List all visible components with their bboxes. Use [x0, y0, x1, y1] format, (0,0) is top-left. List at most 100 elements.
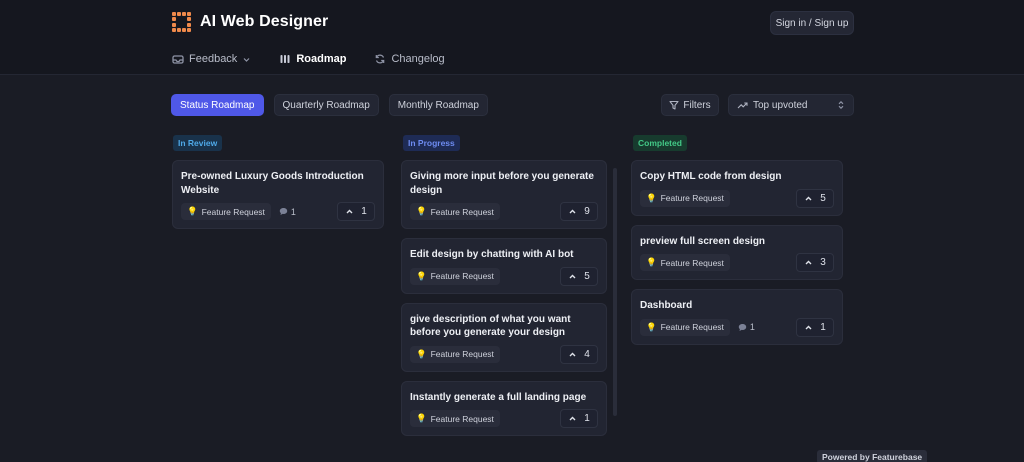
- vote-count: 1: [820, 321, 826, 333]
- lightbulb-icon: 💡: [416, 348, 427, 359]
- lightbulb-icon: 💡: [646, 321, 657, 332]
- vote-count: 4: [584, 348, 590, 360]
- category-tag[interactable]: 💡 Feature Request: [640, 254, 730, 271]
- category-tag-label: Feature Request: [430, 271, 494, 281]
- category-tag-label: Feature Request: [660, 193, 724, 203]
- category-tag[interactable]: 💡 Feature Request: [410, 410, 500, 427]
- post-card[interactable]: Instantly generate a full landing page 💡…: [401, 380, 607, 436]
- post-title: preview full screen design: [640, 235, 766, 247]
- category-tag[interactable]: 💡 Feature Request: [181, 203, 271, 220]
- upvote-button[interactable]: 4: [560, 344, 598, 364]
- tab-monthly-roadmap[interactable]: Monthly Roadmap: [388, 94, 488, 116]
- nav-roadmap-label: Roadmap: [296, 53, 347, 65]
- app-logo-icon: [172, 12, 192, 32]
- upvote-button[interactable]: 1: [560, 409, 598, 428]
- status-badge-in-review: In Review: [173, 135, 223, 151]
- sort-select[interactable]: Top upvoted: [728, 94, 854, 116]
- lightbulb-icon: 💡: [646, 257, 657, 267]
- lightbulb-icon: 💡: [187, 206, 198, 216]
- powered-by-badge[interactable]: Powered by Featurebase: [817, 450, 928, 462]
- nav-feedback[interactable]: Feedback: [172, 53, 251, 65]
- status-badge-in-progress: In Progress: [403, 135, 460, 151]
- upvote-button[interactable]: 5: [560, 266, 598, 286]
- chevron-up-icon: [805, 196, 812, 200]
- column-in-review: Pre-owned Luxury Goods Introduction Webs…: [172, 160, 384, 229]
- app-name: AI Web Designer: [200, 13, 329, 30]
- main-nav: Feedback Roadmap Changelog: [172, 49, 473, 69]
- comment-count: 1: [279, 207, 296, 217]
- lightbulb-icon: 💡: [416, 413, 427, 423]
- upvote-button[interactable]: 1: [337, 202, 375, 221]
- chevron-down-icon: [243, 57, 250, 62]
- column-scrollbar[interactable]: [613, 168, 617, 416]
- top-bar: AI Web Designer Sign in / Sign up Feedba…: [0, 0, 1024, 75]
- upvote-button[interactable]: 1: [796, 317, 834, 337]
- tab-quarterly-roadmap[interactable]: Quarterly Roadmap: [273, 94, 379, 116]
- post-title: Dashboard: [640, 300, 693, 311]
- roadmap-icon: [280, 55, 290, 63]
- chevron-up-down-icon: [838, 101, 844, 109]
- lightbulb-icon: 💡: [416, 206, 427, 216]
- nav-changelog-label: Changelog: [391, 53, 445, 65]
- comment-count: 1: [738, 322, 755, 332]
- chevron-up-icon: [569, 352, 576, 356]
- category-tag[interactable]: 💡 Feature Request: [640, 189, 730, 207]
- comment-icon: [279, 208, 288, 215]
- refresh-icon: [376, 54, 385, 64]
- post-title: Instantly generate a full landing page: [410, 391, 587, 403]
- upvote-button[interactable]: 9: [560, 202, 598, 221]
- tab-status-roadmap[interactable]: Status Roadmap: [171, 94, 264, 116]
- vote-count: 5: [820, 192, 826, 204]
- post-title: give description of what you want before…: [410, 313, 571, 339]
- upvote-button[interactable]: 5: [796, 188, 834, 208]
- category-tag[interactable]: 💡 Feature Request: [410, 345, 500, 363]
- filters-label: Filters: [683, 99, 711, 111]
- category-tag[interactable]: 💡 Feature Request: [640, 318, 730, 336]
- category-tag-label: Feature Request: [430, 413, 494, 424]
- trending-up-icon: [737, 102, 748, 109]
- upvote-button[interactable]: 3: [796, 253, 834, 272]
- post-title: Edit design by chatting with AI bot: [410, 249, 574, 260]
- brand[interactable]: AI Web Designer: [172, 12, 328, 32]
- post-card[interactable]: Giving more input before you generate de…: [401, 160, 607, 229]
- vote-count: 5: [584, 270, 590, 282]
- chevron-up-icon: [805, 325, 812, 329]
- comment-count-value: 1: [290, 206, 296, 217]
- vote-count: 9: [584, 206, 590, 217]
- post-card[interactable]: Dashboard 💡 Feature Request 1 1: [631, 289, 843, 345]
- post-card[interactable]: Copy HTML code from design 💡 Feature Requ…: [631, 160, 843, 216]
- category-tag-label: Feature Request: [660, 257, 724, 268]
- chevron-up-icon: [569, 274, 576, 278]
- lightbulb-icon: 💡: [416, 270, 427, 281]
- nav-feedback-label: Feedback: [189, 53, 238, 65]
- nav-changelog[interactable]: Changelog: [374, 53, 445, 65]
- comment-count-value: 1: [749, 322, 755, 332]
- post-title: Copy HTML code from design: [640, 171, 782, 182]
- vote-count: 1: [584, 413, 590, 424]
- chevron-up-icon: [569, 416, 576, 421]
- comment-icon: [738, 323, 747, 331]
- category-tag-label: Feature Request: [201, 206, 265, 217]
- post-card[interactable]: Edit design by chatting with AI bot 💡 Fea…: [401, 238, 607, 294]
- inbox-icon: [172, 55, 184, 64]
- sign-in-button[interactable]: Sign in / Sign up: [770, 11, 854, 35]
- category-tag[interactable]: 💡 Feature Request: [410, 267, 500, 285]
- post-card[interactable]: preview full screen design 💡 Feature Requ…: [631, 224, 843, 280]
- filters-button[interactable]: Filters: [661, 94, 719, 116]
- post-title: Pre-owned Luxury Goods Introduction Webs…: [181, 171, 364, 196]
- category-tag-label: Feature Request: [430, 206, 494, 217]
- chevron-up-icon: [805, 260, 812, 265]
- roadmap-tabs: Status Roadmap Quarterly Roadmap Monthly…: [171, 94, 488, 116]
- post-card[interactable]: Pre-owned Luxury Goods Introduction Webs…: [172, 160, 384, 229]
- chevron-up-icon: [346, 209, 353, 214]
- post-title: Giving more input before you generate de…: [410, 171, 594, 196]
- column-completed: Copy HTML code from design 💡 Feature Requ…: [631, 160, 843, 345]
- filter-icon: [669, 100, 679, 110]
- post-card[interactable]: give description of what you want before…: [401, 302, 607, 372]
- category-tag[interactable]: 💡 Feature Request: [410, 203, 500, 220]
- column-in-progress: Giving more input before you generate de…: [401, 160, 607, 436]
- nav-roadmap[interactable]: Roadmap: [279, 53, 346, 65]
- category-tag-label: Feature Request: [660, 322, 724, 332]
- vote-count: 3: [820, 257, 826, 268]
- lightbulb-icon: 💡: [646, 192, 657, 203]
